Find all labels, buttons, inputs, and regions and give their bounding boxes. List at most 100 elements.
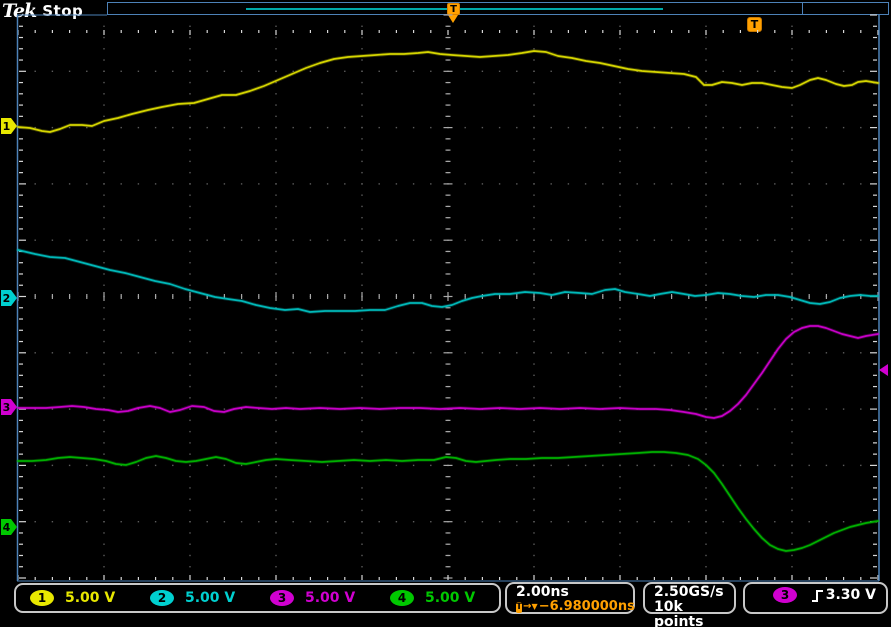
grid-dot	[224, 240, 225, 241]
bottom-edge-tick	[293, 577, 294, 580]
grid-dot	[275, 352, 276, 353]
left-edge-tick	[19, 116, 23, 117]
grid-dot	[533, 375, 534, 376]
channel-scales-box: 1 5.00 V 2 5.00 V 3 5.00 V 4 5.00 V	[14, 583, 501, 613]
left-edge-tick	[19, 273, 23, 274]
center-vline-tick	[444, 127, 453, 128]
grid-dot	[688, 240, 689, 241]
grid-dot	[258, 521, 259, 522]
grid-dot	[705, 104, 706, 105]
channel-3-readout: 3 5.00 V	[256, 590, 376, 606]
right-edge-tick	[873, 273, 877, 274]
grid-dot	[723, 521, 724, 522]
grid-dot	[860, 465, 861, 466]
grid-dot	[155, 183, 156, 184]
right-edge-tick	[873, 375, 877, 376]
bottom-edge-tick	[619, 575, 620, 580]
grid-dot	[361, 273, 362, 274]
grid-dot	[155, 465, 156, 466]
rising-edge-icon	[811, 588, 825, 604]
grid-dot	[189, 442, 190, 443]
grid-dot	[138, 521, 139, 522]
grid-dot	[723, 465, 724, 466]
grid-dot	[705, 240, 706, 241]
grid-dot	[430, 71, 431, 72]
grid-dot	[413, 352, 414, 353]
grid-dot	[103, 251, 104, 252]
grid-dot	[275, 318, 276, 319]
channel-1-readout: 1 5.00 V	[16, 590, 136, 606]
grid-dot	[585, 521, 586, 522]
grid-dot	[619, 307, 620, 308]
grid-dot	[35, 521, 36, 522]
center-hline-tick	[310, 294, 311, 299]
grid-dot	[791, 341, 792, 342]
grid-dot	[241, 240, 242, 241]
grid-dot	[791, 273, 792, 274]
grid-dot	[361, 285, 362, 286]
bottom-edge-tick	[602, 577, 603, 580]
grid-dot	[619, 566, 620, 567]
grid-dot	[791, 217, 792, 218]
right-edge-tick	[870, 127, 877, 128]
grid-dot	[826, 465, 827, 466]
grid-dot	[275, 116, 276, 117]
grid-dot	[723, 183, 724, 184]
grid-dot	[361, 453, 362, 454]
grid-dot	[327, 127, 328, 128]
bottom-edge-tick	[826, 577, 827, 580]
grid-dot	[860, 240, 861, 241]
grid-dot	[310, 521, 311, 522]
grid-dot	[103, 240, 104, 241]
grid-dot	[619, 37, 620, 38]
channel-4-badge: 4	[390, 590, 414, 606]
right-edge-tick	[870, 14, 877, 15]
center-vline-tick	[446, 487, 451, 488]
right-edge-tick	[873, 26, 877, 27]
grid-dot	[705, 397, 706, 398]
grid-dot	[619, 363, 620, 364]
grid-dot	[671, 127, 672, 128]
grid-dot	[361, 59, 362, 60]
left-edge-tick	[19, 217, 23, 218]
grid-dot	[189, 521, 190, 522]
grid-dot	[293, 352, 294, 353]
grid-dot	[843, 71, 844, 72]
grid-dot	[396, 127, 397, 128]
grid-dot	[103, 352, 104, 353]
bottom-edge-tick	[654, 577, 655, 580]
left-edge-tick	[19, 183, 26, 184]
grid-dot	[86, 71, 87, 72]
left-edge-tick	[19, 499, 23, 500]
grid-dot	[585, 352, 586, 353]
grid-dot	[258, 71, 259, 72]
top-edge-tick	[860, 30, 861, 33]
grid-dot	[533, 172, 534, 173]
grid-dot	[860, 408, 861, 409]
grid-dot	[757, 71, 758, 72]
top-edge-tick	[155, 30, 156, 33]
grid-dot	[103, 104, 104, 105]
center-hline-tick	[189, 292, 190, 301]
grid-dot	[465, 240, 466, 241]
left-edge-tick	[19, 37, 23, 38]
center-vline-tick	[446, 93, 451, 94]
grid-dot	[533, 104, 534, 105]
top-edge-tick	[809, 30, 810, 33]
grid-dot	[361, 138, 362, 139]
grid-dot	[809, 408, 810, 409]
top-edge-tick	[379, 30, 380, 33]
grid-dot	[619, 251, 620, 252]
grid-dot	[809, 521, 810, 522]
center-vline-tick	[446, 59, 451, 60]
right-edge-tick	[873, 217, 877, 218]
center-vline-tick	[446, 195, 451, 196]
grid-dot	[533, 330, 534, 331]
grid-dot	[533, 397, 534, 398]
grid-dot	[35, 71, 36, 72]
top-edge-tick	[327, 30, 328, 33]
grid-dot	[602, 183, 603, 184]
grid-dot	[52, 71, 53, 72]
grid-dot	[275, 228, 276, 229]
grid-dot	[705, 375, 706, 376]
